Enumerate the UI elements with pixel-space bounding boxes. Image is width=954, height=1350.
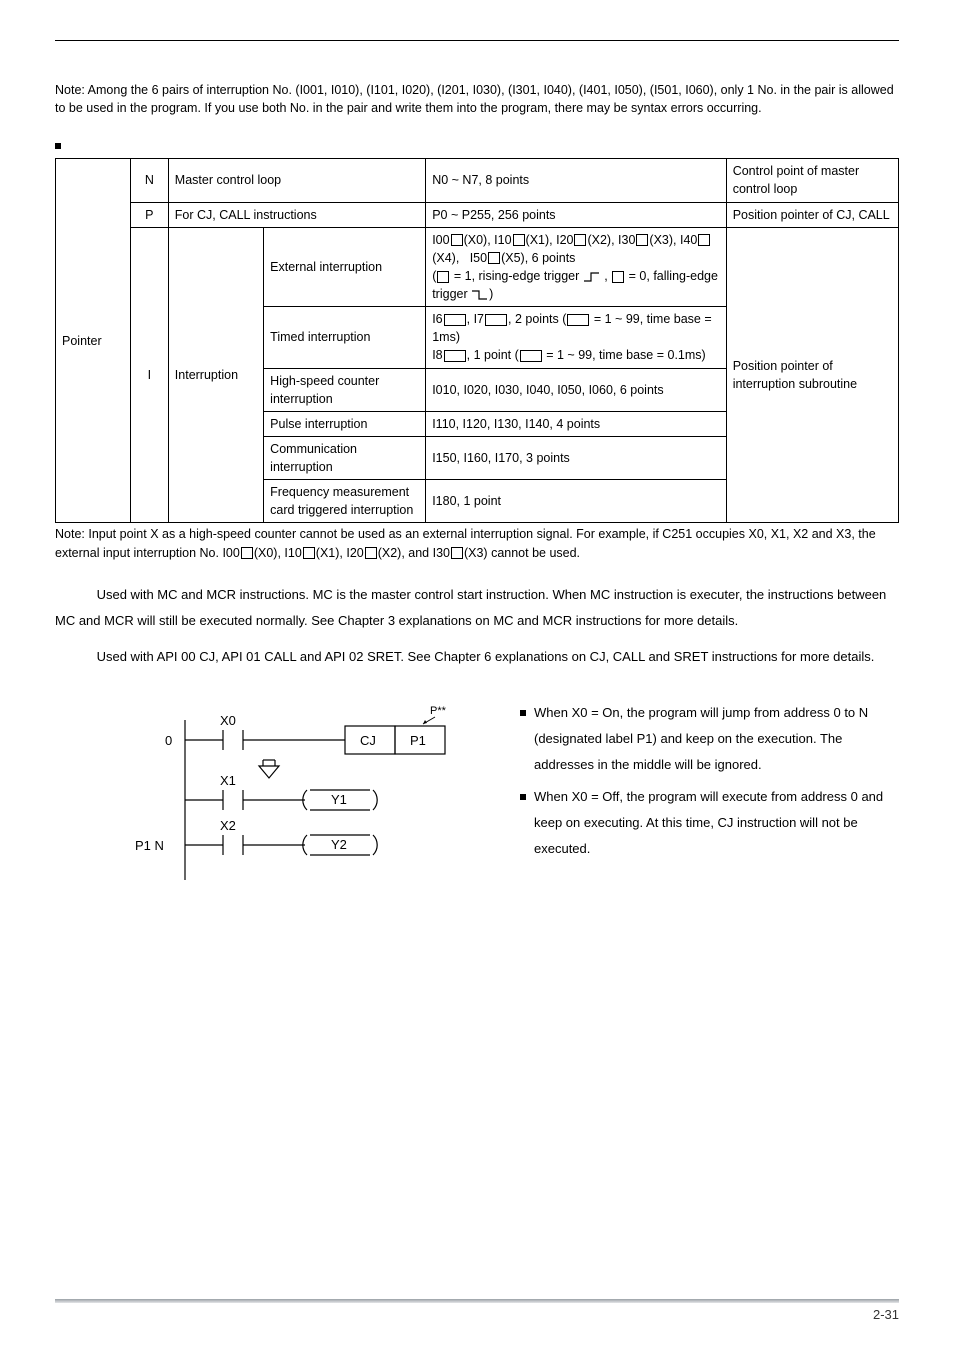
lad-cj: CJ xyxy=(360,733,376,748)
row-n-code: N xyxy=(130,159,168,202)
lad-pstar: P** xyxy=(430,705,447,717)
footer-rule xyxy=(55,1299,899,1303)
ladder-diagram: 0 X0 CJ P1 P** X1 xyxy=(135,700,480,903)
row-n-col4: Control point of master control loop xyxy=(726,159,898,202)
bullet-marker xyxy=(55,137,899,152)
sub5-label: Frequency measurement card triggered int… xyxy=(264,480,426,523)
row-p-col4: Position pointer of CJ, CALL xyxy=(726,202,898,227)
lad-y1: Y1 xyxy=(331,792,347,807)
lad-x1: X1 xyxy=(220,773,236,788)
left-header: Pointer xyxy=(56,159,131,523)
lad-p1-box: P1 xyxy=(410,733,426,748)
row-i-col4: Position pointer of interruption subrout… xyxy=(726,227,898,523)
lad-x0: X0 xyxy=(220,713,236,728)
row-n-col3: N0 ~ N7, 8 points xyxy=(426,159,726,202)
rhs-bullet-1: When X0 = On, the program will jump from… xyxy=(520,700,899,778)
sub4-label: Communication interruption xyxy=(264,436,426,479)
sub0-label: External interruption xyxy=(264,227,426,307)
sub3-label: Pulse interruption xyxy=(264,411,426,436)
para2: Used with API 00 CJ, API 01 CALL and API… xyxy=(55,644,899,670)
lad-y2: Y2 xyxy=(331,837,347,852)
sub2-label: High-speed counter interruption xyxy=(264,368,426,411)
sub4-desc: I150, I160, I170, 3 points xyxy=(426,436,726,479)
sub1-label: Timed interruption xyxy=(264,307,426,368)
row-p-code: P xyxy=(130,202,168,227)
sub0-desc: I00(X0), I10(X1), I20(X2), I30(X3), I40(… xyxy=(426,227,726,307)
rhs-bullet-2: When X0 = Off, the program will execute … xyxy=(520,784,899,862)
pointer-table: Pointer N Master control loop N0 ~ N7, 8… xyxy=(55,158,899,523)
row-p-col3: P0 ~ P255, 256 points xyxy=(426,202,726,227)
sub5-desc: I180, 1 point xyxy=(426,480,726,523)
top-note: Note: Among the 6 pairs of interruption … xyxy=(55,81,899,117)
lad-zero: 0 xyxy=(165,733,172,748)
row-p-col2: For CJ, CALL instructions xyxy=(168,202,425,227)
para1: Used with MC and MCR instructions. MC is… xyxy=(55,582,899,634)
page-number: 2-31 xyxy=(55,1307,899,1322)
row-n-col2: Master control loop xyxy=(168,159,425,202)
lad-x2: X2 xyxy=(220,818,236,833)
row-i-code: I xyxy=(130,227,168,523)
lad-p1n: P1 N xyxy=(135,838,164,853)
sub1-desc: I6, I7, 2 points ( = 1 ~ 99, time base =… xyxy=(426,307,726,368)
sub3-desc: I110, I120, I130, I140, 4 points xyxy=(426,411,726,436)
row-i-col2: Interruption xyxy=(168,227,263,523)
sub2-desc: I010, I020, I030, I040, I050, I060, 6 po… xyxy=(426,368,726,411)
bottom-note: Note: Input point X as a high-speed coun… xyxy=(55,525,899,561)
